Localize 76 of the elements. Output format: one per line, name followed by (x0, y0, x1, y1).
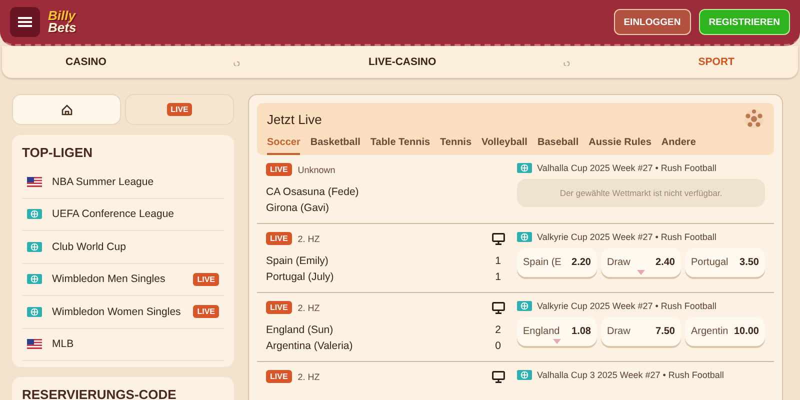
team-name: England (Sun) (266, 323, 334, 338)
sport-tab[interactable]: Aussie Rules (588, 135, 652, 155)
section-title: TOP-LIGEN (22, 145, 94, 160)
league-label: Valkyrie Cup 2025 Week #27 • Rush Football (537, 301, 716, 311)
sport-tab[interactable]: Andere (661, 135, 696, 155)
team-score: 2 (495, 323, 502, 338)
odds-button[interactable]: Spain (E 2.20 (517, 248, 597, 277)
live-badge: LIVE (193, 305, 219, 318)
down-arrow-icon (637, 270, 645, 275)
sport-tab[interactable]: Tennis (440, 135, 472, 155)
menu-icon (18, 16, 32, 28)
odds-button[interactable]: Portugal 3.50 (685, 248, 765, 277)
globe-icon (517, 301, 532, 311)
league-name: NBA Summer League (52, 176, 155, 188)
down-arrow-icon (553, 339, 561, 344)
team-score: 1 (495, 254, 502, 269)
live-badge: LIVE (166, 103, 192, 116)
us-flag-icon (27, 176, 42, 187)
team-score: 0 (495, 339, 502, 354)
league-item[interactable]: Wimbledon Men Singles LIVE (22, 264, 224, 296)
logo[interactable]: Billy Bets (48, 10, 76, 34)
menu-button[interactable] (10, 7, 40, 37)
team-name: Girona (Gavi) (266, 201, 330, 216)
nav-link[interactable]: SPORT (698, 56, 734, 68)
team-name: CA Osasuna (Fede) (266, 185, 359, 200)
live-badge: LIVE (266, 163, 292, 176)
globe-icon (517, 163, 532, 173)
sport-tab[interactable]: Basketball (310, 135, 360, 155)
match-period: 2. HZ (298, 372, 320, 382)
league-name: MLB (52, 338, 75, 350)
market-unavailable-notice: Der gewählte Wettmarkt ist nicht verfügbar. (517, 179, 765, 207)
league-label: Valhalla Cup 2025 Week #27 • Rush Football (537, 163, 716, 173)
match-period: Unknown (298, 164, 336, 174)
globe-icon (517, 370, 532, 380)
live-badge: LIVE (266, 370, 292, 383)
sport-tab[interactable]: Volleyball (482, 135, 528, 155)
panel-title: Jetzt Live (267, 112, 322, 126)
league-name: Wimbledon Women Singles (52, 306, 182, 318)
login-button[interactable]: EINLOGGEN (614, 9, 691, 35)
globe-icon (27, 274, 42, 284)
team-name: Argentina (Valeria) (266, 339, 353, 354)
odds-button[interactable]: Draw 2.40 (601, 248, 681, 277)
match-period: 2. HZ (298, 302, 320, 312)
section-title: RESERVIERUNGS-CODE (22, 387, 178, 400)
globe-icon (27, 306, 42, 317)
team-score: 1 (495, 270, 502, 285)
league-item[interactable]: MLB (22, 328, 224, 361)
nav-link[interactable]: CASINO (66, 56, 106, 68)
globe-icon (517, 232, 532, 242)
team-name: Portugal (July) (266, 270, 334, 285)
league-item[interactable]: Wimbledon Women Singles LIVE (22, 296, 224, 328)
ball-icon (744, 109, 764, 129)
globe-icon (27, 242, 42, 252)
league-name: UEFA Conference League (52, 208, 176, 220)
league-name: Club World Cup (52, 240, 127, 253)
odds-button[interactable]: England 1.08 (517, 317, 597, 346)
us-flag-icon (27, 339, 42, 350)
live-badge: LIVE (193, 272, 219, 286)
league-label: Valkyrie Cup 2025 Week #27 • Rush Football (537, 232, 716, 242)
globe-icon (27, 209, 42, 220)
odds-button[interactable]: Draw 7.50 (601, 317, 681, 346)
sport-tab[interactable]: Baseball (537, 135, 579, 155)
live-badge: LIVE (266, 232, 292, 245)
match-period: 2. HZ (298, 234, 320, 244)
league-item[interactable]: Club World Cup (22, 231, 224, 264)
home-icon (60, 104, 72, 116)
live-tab[interactable]: LIVE (125, 94, 234, 125)
nav-link[interactable]: LIVE-CASINO (368, 56, 436, 68)
league-name: Wimbledon Men Singles (52, 273, 166, 286)
odds-button[interactable]: Argentin 10.00 (685, 317, 765, 346)
sport-tab[interactable]: Table Tennis (370, 135, 430, 155)
team-name: Spain (Emily) (266, 254, 328, 269)
league-item[interactable]: NBA Summer League (22, 166, 224, 198)
league-item[interactable]: UEFA Conference League (22, 198, 224, 231)
league-label: Valhalla Cup 3 2025 Week #27 • Rush Football (537, 370, 724, 380)
live-badge: LIVE (266, 301, 292, 314)
